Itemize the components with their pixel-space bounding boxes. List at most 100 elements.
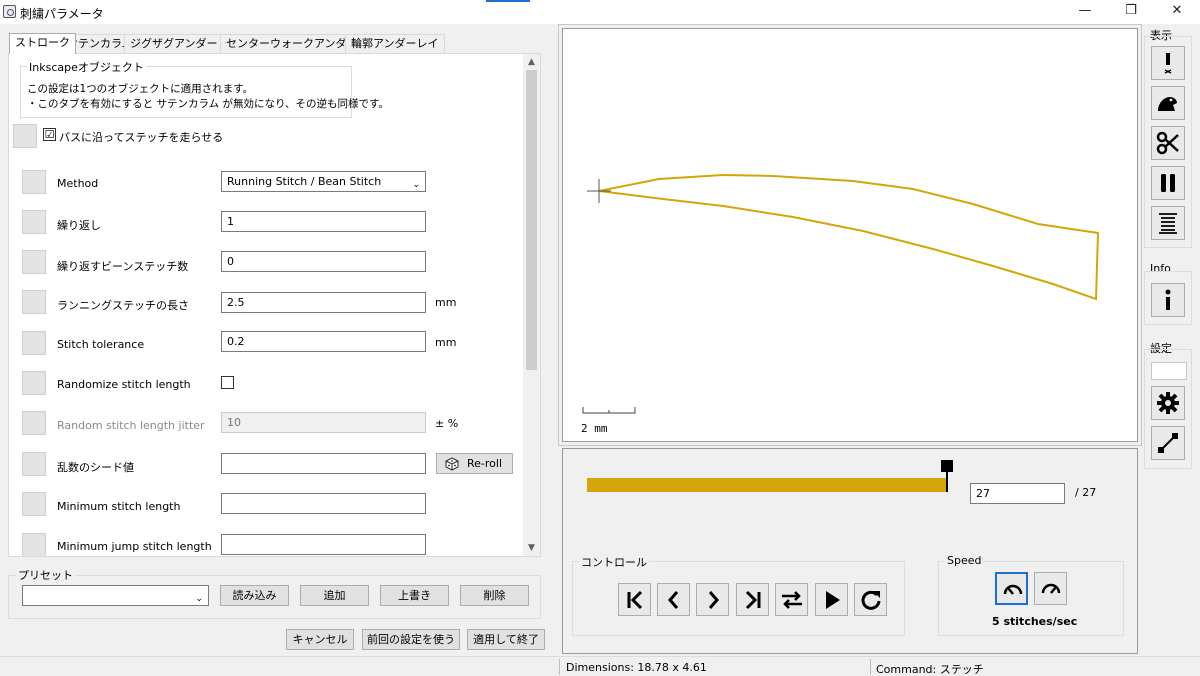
randomize-checkbox[interactable]: [221, 376, 234, 389]
chevron-left-icon: [668, 591, 679, 609]
method-toggle[interactable]: [22, 170, 46, 194]
min-jump-toggle[interactable]: [22, 533, 46, 556]
info-button[interactable]: [1151, 283, 1185, 317]
chevron-right-icon: [708, 591, 719, 609]
show-jumps-button[interactable]: [1151, 86, 1185, 120]
tolerance-toggle[interactable]: [22, 331, 46, 355]
repeats-input[interactable]: 1: [221, 211, 426, 232]
min-stitch-toggle[interactable]: [22, 492, 46, 516]
frog-icon: [1158, 97, 1177, 111]
preset-select[interactable]: ⌄: [22, 585, 209, 606]
bean-repeats-input[interactable]: 0: [221, 251, 426, 272]
pause-icon: [1161, 174, 1175, 192]
reroll-button[interactable]: Re-roll: [436, 453, 513, 474]
seed-input[interactable]: [221, 453, 426, 474]
stitch-path: [598, 173, 1100, 301]
panel-scrollbar[interactable]: ▲ ▼: [523, 54, 540, 556]
enable-toggle-square[interactable]: [13, 124, 37, 148]
running-length-unit: mm: [435, 296, 457, 309]
jitter-unit: ± %: [435, 417, 459, 430]
preset-load-button[interactable]: 読み込み: [220, 585, 289, 606]
preset-overwrite-button[interactable]: 上書き: [380, 585, 449, 606]
jitter-toggle[interactable]: [22, 411, 46, 435]
previous-stitch-button[interactable]: [657, 583, 690, 616]
dice-icon: [445, 457, 459, 471]
warning-icon: [1164, 53, 1172, 74]
tolerance-unit: mm: [435, 336, 457, 349]
restart-button[interactable]: [854, 583, 887, 616]
use-last-settings-button[interactable]: 前回の設定を使う: [362, 629, 460, 650]
scroll-up-icon[interactable]: ▲: [523, 54, 540, 70]
show-trims-button[interactable]: [1151, 126, 1185, 160]
preset-add-button[interactable]: 追加: [300, 585, 369, 606]
settings-blank-field[interactable]: [1151, 362, 1187, 380]
title-accent-line: [486, 0, 530, 2]
preset-group: プリセット ⌄ 読み込み 追加 上書き 削除: [8, 567, 541, 619]
seed-toggle[interactable]: [22, 452, 46, 476]
chevron-down-icon: ⌄: [195, 594, 203, 604]
jitter-input: 10: [221, 412, 426, 433]
status-separator: [870, 659, 871, 675]
scroll-thumb[interactable]: [526, 70, 537, 370]
settings-button[interactable]: [1151, 386, 1185, 420]
handle-stem: [946, 472, 948, 492]
direction-toggle-button[interactable]: [775, 583, 808, 616]
stitch-progress-track[interactable]: [587, 460, 953, 492]
reroll-label: Re-roll: [467, 457, 503, 470]
tab-stroke[interactable]: ストローク: [9, 33, 76, 54]
method-value: Running Stitch / Bean Stitch: [227, 175, 382, 188]
scroll-down-icon[interactable]: ▼: [523, 540, 540, 556]
speed-up-button[interactable]: [1034, 572, 1067, 605]
play-button[interactable]: [815, 583, 848, 616]
last-stitch-button[interactable]: [736, 583, 769, 616]
speed-value: 5 stitches/sec: [992, 615, 1078, 628]
running-length-input[interactable]: 2.5: [221, 292, 426, 313]
cancel-button[interactable]: キャンセル: [286, 629, 354, 650]
current-stitch-input[interactable]: 27: [970, 483, 1065, 504]
show-color-changes-button[interactable]: [1151, 206, 1185, 240]
window-title: 刺繍パラメータ: [20, 7, 104, 21]
running-length-label: ランニングステッチの長さ: [57, 299, 189, 312]
status-separator: [559, 659, 560, 675]
close-button[interactable]: ✕: [1154, 0, 1200, 24]
progress-handle[interactable]: [941, 460, 953, 492]
preview-canvas[interactable]: 2 mm: [562, 28, 1138, 442]
bean-repeats-toggle[interactable]: [22, 250, 46, 274]
restart-icon: [861, 590, 881, 610]
toggle-detach-button[interactable]: [1151, 426, 1185, 460]
enable-stroke-checkbox[interactable]: ☑: [43, 128, 56, 141]
info-icon: [1165, 289, 1171, 310]
restore-button[interactable]: ❐: [1108, 0, 1154, 24]
show-errors-button[interactable]: [1151, 46, 1185, 80]
running-length-toggle[interactable]: [22, 290, 46, 314]
preset-delete-button[interactable]: 削除: [460, 585, 529, 606]
min-jump-input[interactable]: [221, 534, 426, 555]
bean-repeats-label: 繰り返すビーンステッチ数: [57, 260, 189, 273]
apply-and-quit-button[interactable]: 適用して終了: [467, 629, 545, 650]
speed-title: Speed: [945, 554, 984, 567]
gear-icon: [1157, 392, 1179, 414]
speedometer-fast-icon: [1041, 583, 1061, 594]
min-stitch-input[interactable]: [221, 493, 426, 514]
method-select[interactable]: Running Stitch / Bean Stitch ⌄: [221, 171, 426, 192]
status-bar: Dimensions: 18.78 x 4.61 Command: ステッチ: [0, 656, 1200, 676]
tab-contour-underlay[interactable]: 輪郭アンダーレイ: [345, 34, 445, 53]
preset-title: プリセット: [16, 567, 75, 583]
title-bar: 刺繍パラメータ — ❐ ✕: [0, 0, 1200, 24]
tolerance-input[interactable]: 0.2: [221, 331, 426, 352]
inkscape-object-group: Inkscapeオブジェクト この設定は1つのオブジェクトに適用されます。 ・こ…: [20, 59, 389, 118]
show-stops-button[interactable]: [1151, 166, 1185, 200]
controls-title: コントロール: [579, 554, 649, 570]
minimize-button[interactable]: —: [1062, 0, 1108, 24]
repeats-toggle[interactable]: [22, 210, 46, 234]
first-stitch-button[interactable]: [618, 583, 651, 616]
randomize-toggle[interactable]: [22, 371, 46, 395]
slow-down-button[interactable]: [995, 572, 1028, 605]
scale-label: 2 mm: [581, 422, 608, 435]
next-stitch-button[interactable]: [696, 583, 729, 616]
method-label: Method: [57, 177, 99, 190]
expand-diagonal-icon: [1158, 433, 1178, 453]
seed-label: 乱数のシード値: [57, 461, 134, 474]
status-dimensions: Dimensions: 18.78 x 4.61: [566, 661, 707, 674]
group-title: Inkscapeオブジェクト: [27, 59, 146, 75]
